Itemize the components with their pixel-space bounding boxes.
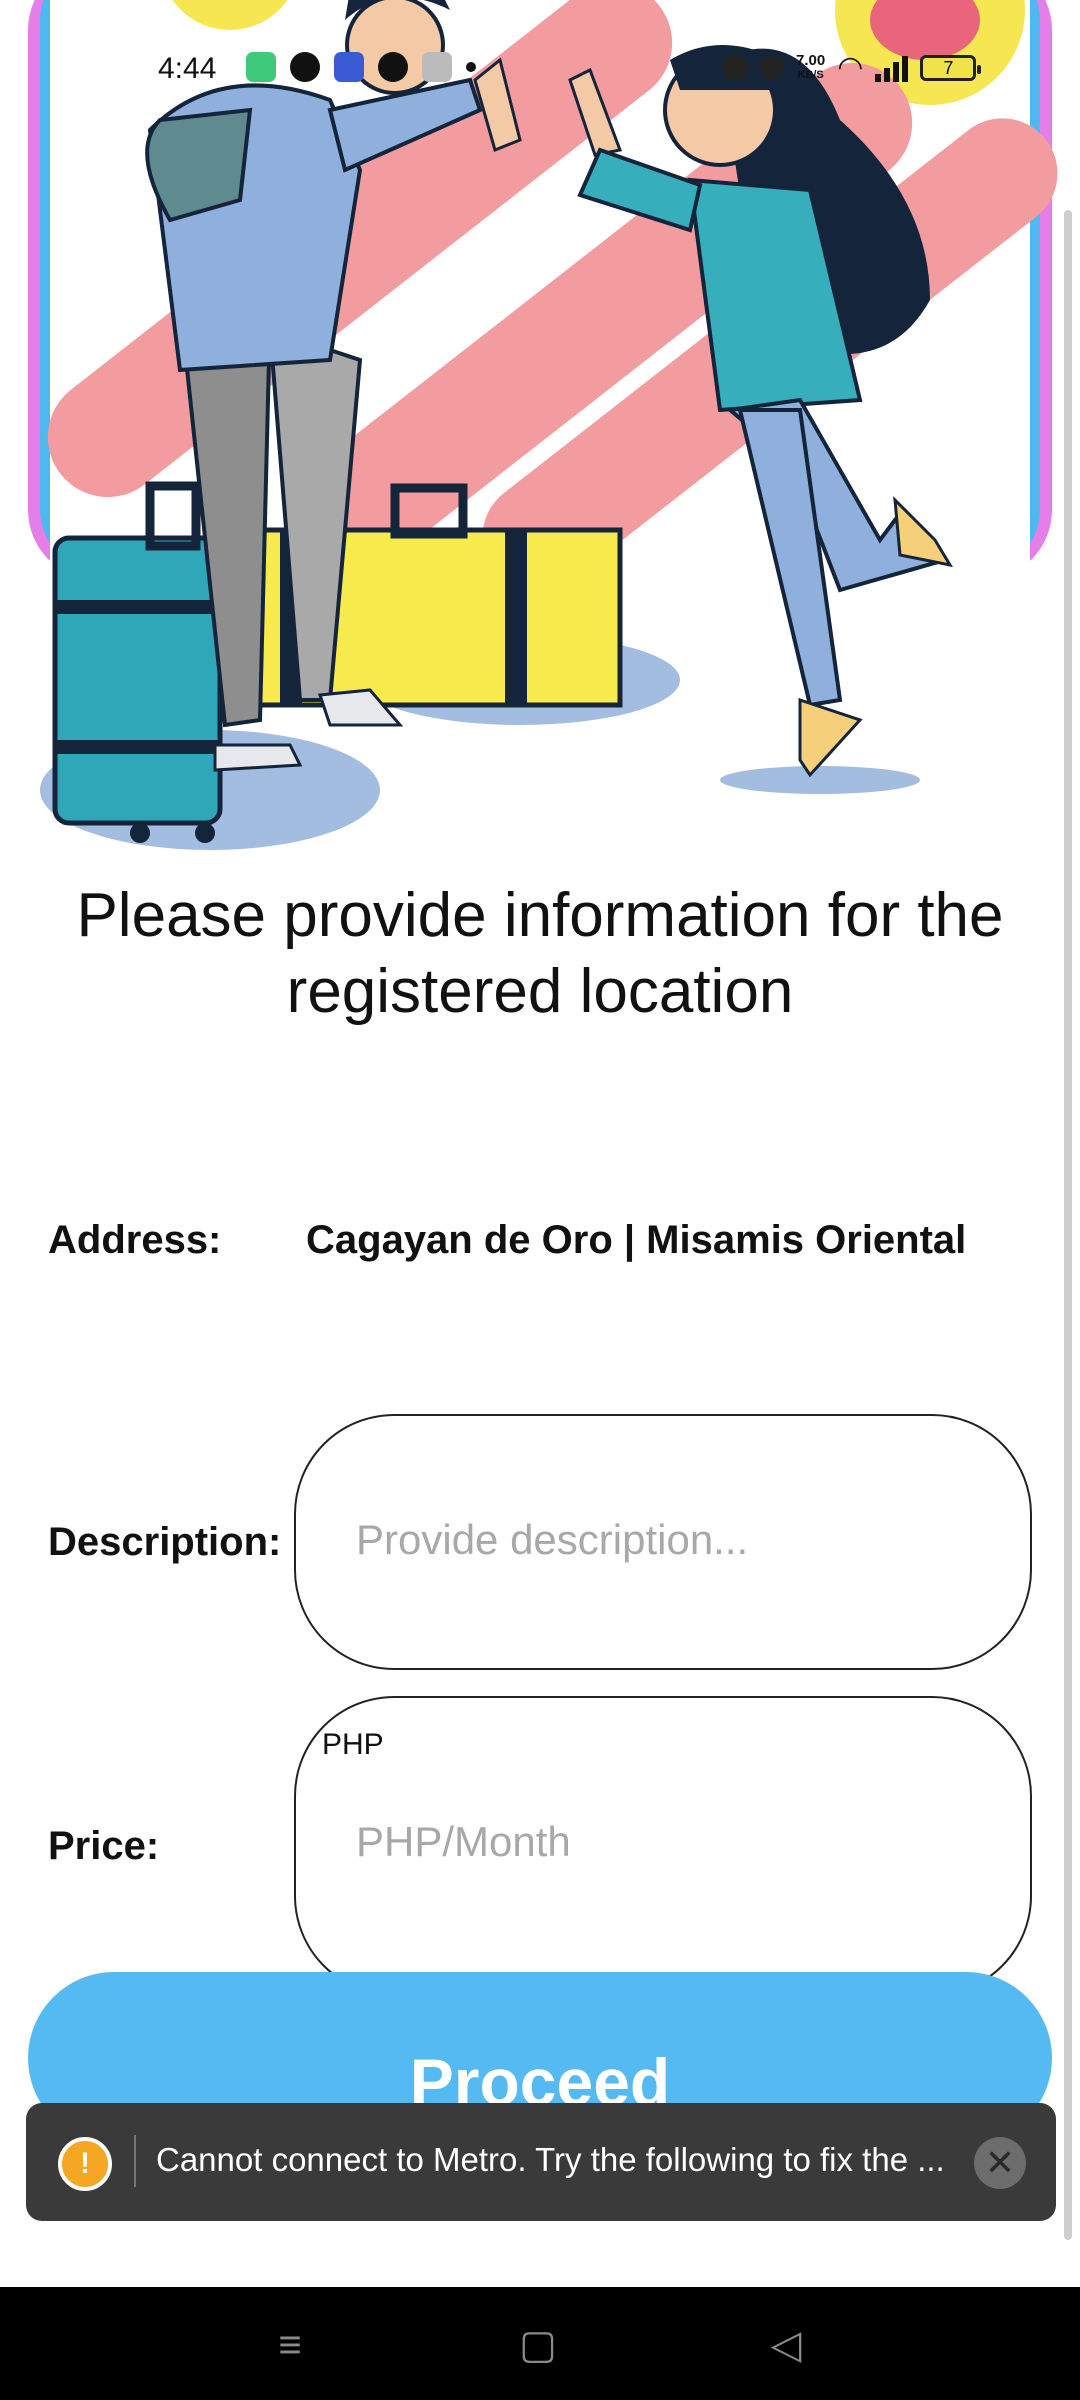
home-icon[interactable]: ▢: [508, 2315, 568, 2375]
page-heading: Please provide information for the regis…: [76, 881, 1004, 1026]
price-label: Price:: [48, 1824, 160, 1868]
network-speed-value: 7.00: [796, 51, 826, 69]
status-time: 4:44: [158, 52, 217, 85]
signal-icon: [875, 54, 909, 82]
scrollbar[interactable]: [1064, 210, 1072, 2240]
metro-error-toast[interactable]: ! Cannot connect to Metro. Try the follo…: [26, 2103, 1056, 2221]
address-value: Cagayan de Oro | Misamis Oriental: [306, 1218, 967, 1262]
gmail-icon: [422, 52, 452, 82]
hero-illustration: [0, 0, 1080, 860]
wifi-icon: ◠: [837, 51, 864, 84]
network-speed-unit: KB/S: [797, 68, 824, 81]
app-icon: [378, 52, 408, 82]
status-notification-icons: [246, 52, 476, 82]
description-field[interactable]: [294, 1414, 1032, 1670]
network-speed: 7.00 KB/S: [796, 53, 825, 83]
warning-icon: !: [58, 2137, 112, 2191]
app-icon: [246, 52, 276, 82]
description-label: Description:: [48, 1520, 282, 1564]
messenger-icon: [290, 52, 320, 82]
description-input[interactable]: [356, 1516, 976, 1564]
price-input[interactable]: [356, 1818, 976, 1866]
travel-friends-illustration: [40, 0, 1058, 850]
back-icon[interactable]: ◁: [756, 2315, 816, 2375]
mute-icon: [760, 55, 784, 80]
close-icon[interactable]: ✕: [974, 2137, 1026, 2189]
status-bar: 4:44 7.00 KB/S ◠ 7: [0, 40, 1080, 100]
toast-divider: [134, 2135, 136, 2187]
alarm-icon: [722, 54, 748, 81]
toast-message: Cannot connect to Metro. Try the followi…: [156, 2141, 945, 2178]
menu-icon[interactable]: ≡: [260, 2315, 320, 2375]
address-label: Address:: [48, 1218, 222, 1262]
dot-icon: [466, 62, 476, 72]
price-currency-prefix: PHP: [322, 1728, 384, 1761]
app-icon: [334, 52, 364, 82]
battery-icon: 7: [920, 54, 982, 81]
status-system-icons: 7.00 KB/S ◠ 7: [722, 50, 982, 85]
system-nav-bar: ≡ ▢ ◁: [0, 2287, 1080, 2400]
price-field[interactable]: PHP: [294, 1696, 1032, 1996]
